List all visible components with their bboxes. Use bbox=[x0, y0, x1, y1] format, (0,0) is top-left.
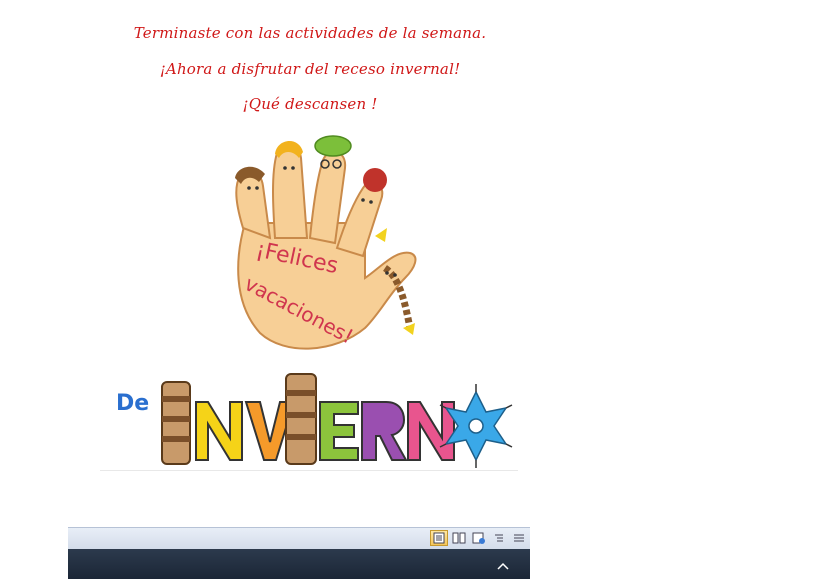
banner-letter-i-2 bbox=[285, 373, 317, 465]
winter-banner: De bbox=[116, 373, 513, 468]
draft-icon bbox=[514, 534, 524, 542]
full-screen-reading-icon bbox=[452, 532, 466, 544]
banner-letter-e bbox=[319, 401, 359, 461]
web-layout-icon bbox=[472, 532, 485, 544]
chevron-up-icon[interactable] bbox=[496, 561, 510, 571]
felices-vacaciones-hand-image: ¡Felices vacaciones! bbox=[215, 128, 430, 360]
image-bottom-edge bbox=[100, 470, 518, 471]
taskbar bbox=[68, 549, 530, 579]
draft-button[interactable] bbox=[510, 530, 528, 546]
banner-prefix: De bbox=[116, 391, 149, 416]
view-buttons bbox=[430, 530, 528, 548]
status-bar bbox=[68, 527, 530, 550]
outline-icon bbox=[495, 534, 503, 542]
outline-button[interactable] bbox=[490, 530, 508, 546]
print-layout-button[interactable] bbox=[430, 530, 448, 546]
message-line-1: Terminaste con las actividades de la sem… bbox=[133, 24, 487, 42]
banner-letter-n-1 bbox=[195, 401, 243, 461]
message-line-3: ¡Qué descansen ! bbox=[242, 95, 378, 113]
hand-illustration: ¡Felices vacaciones! bbox=[235, 135, 417, 350]
full-screen-reading-button[interactable] bbox=[450, 530, 468, 546]
de-invierno-banner-image: De bbox=[100, 368, 520, 472]
banner-letter-i-1 bbox=[161, 381, 191, 465]
web-layout-button[interactable] bbox=[470, 530, 488, 546]
document-page: Terminaste con las actividades de la sem… bbox=[0, 0, 837, 579]
banner-letter-r bbox=[361, 401, 408, 461]
print-layout-icon bbox=[433, 532, 445, 544]
message-line-2: ¡Ahora a disfrutar del receso invernal! bbox=[159, 60, 461, 78]
